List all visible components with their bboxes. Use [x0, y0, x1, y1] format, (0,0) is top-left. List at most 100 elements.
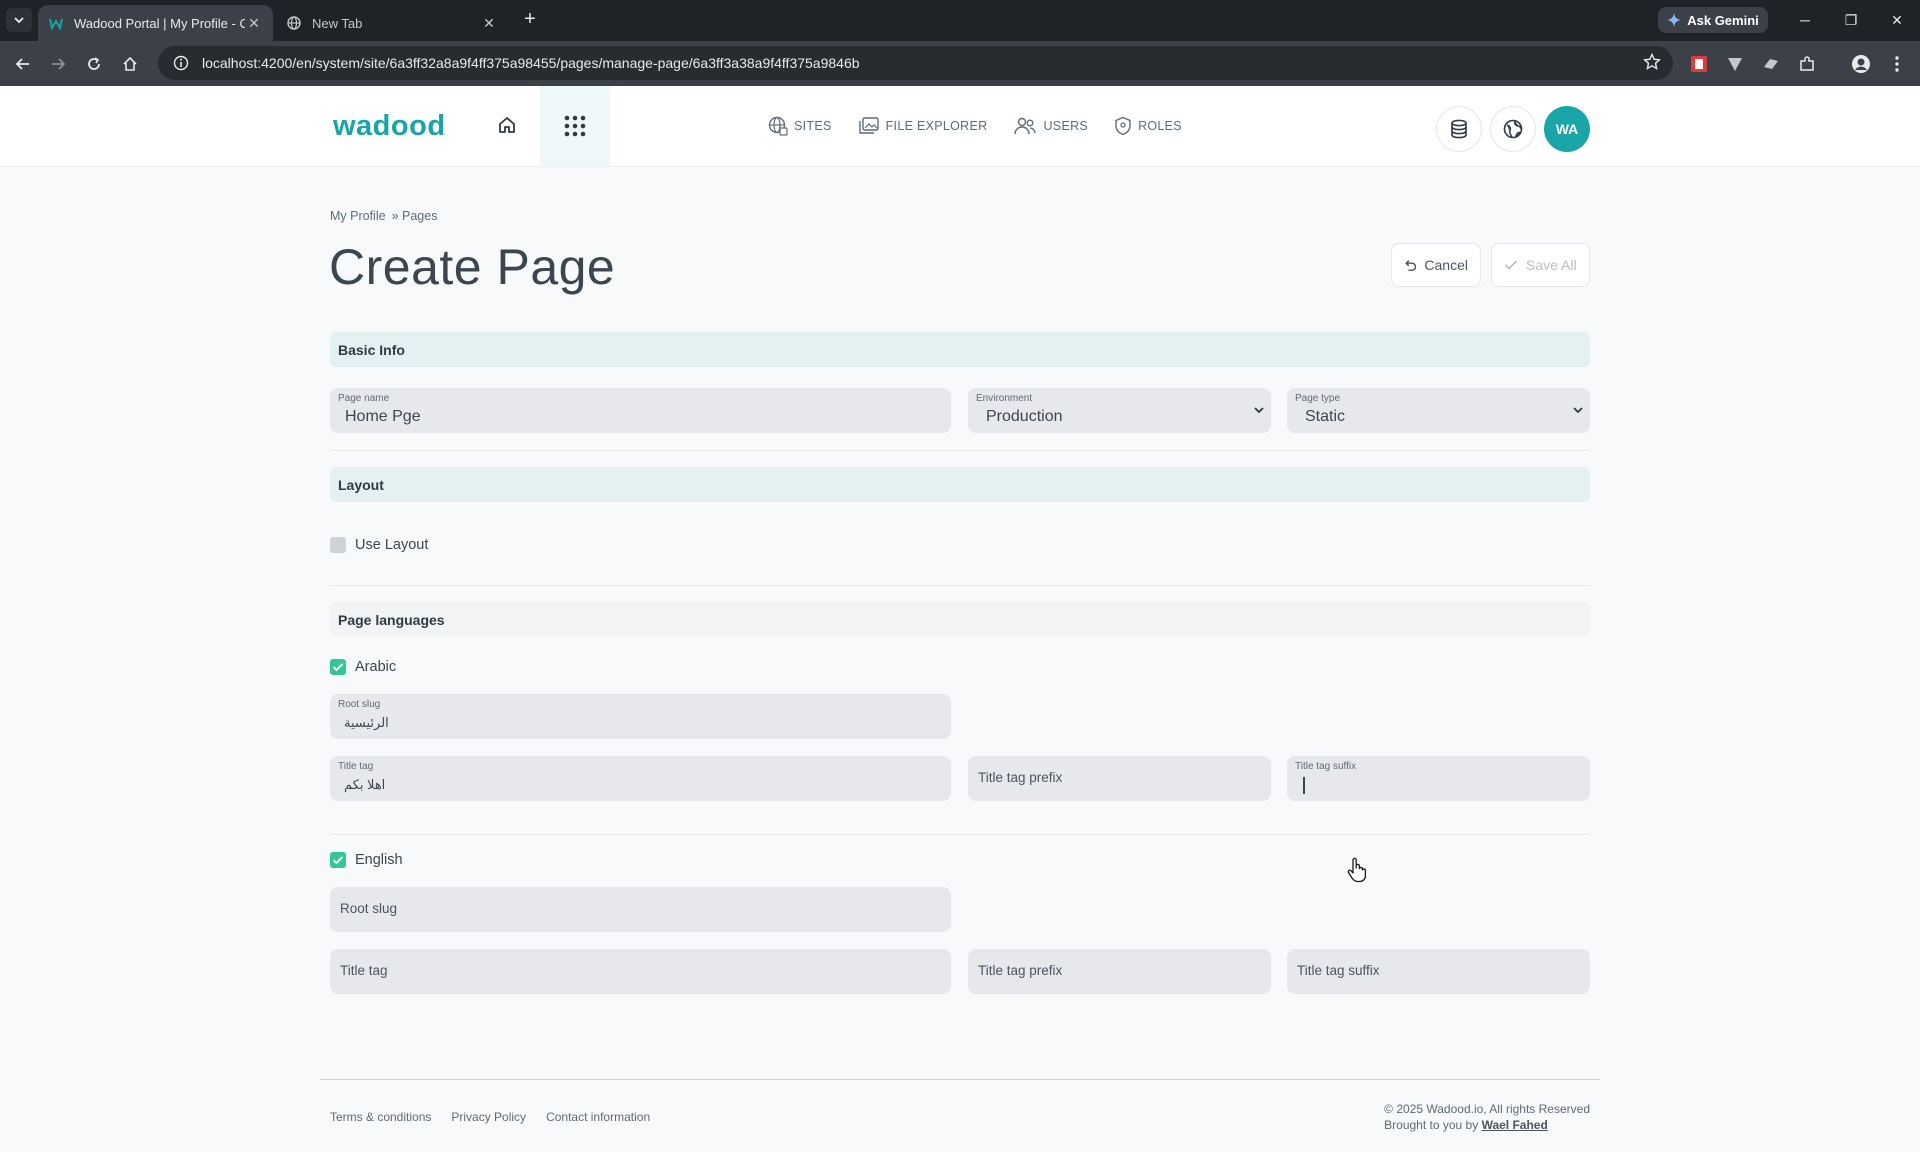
close-icon[interactable]: ✕ [480, 15, 498, 32]
nav-roles[interactable]: ROLES [1114, 116, 1182, 136]
footer-contact-link[interactable]: Contact information [546, 1110, 650, 1124]
nav-file-explorer-label: FILE EXPLORER [885, 119, 988, 133]
browser-toolbar: localhost:4200/en/system/site/6a3ff32a8a… [0, 41, 1920, 86]
avatar[interactable]: WA [1544, 106, 1590, 152]
check-icon [332, 663, 344, 672]
use-layout-row: Use Layout [330, 537, 428, 553]
english-title-tag-suffix-placeholder: Title tag suffix [1297, 963, 1380, 978]
divider [330, 834, 1590, 835]
minimize-icon[interactable]: ─ [1790, 8, 1820, 32]
apps-grid-button[interactable] [540, 86, 610, 166]
browser-home-icon[interactable] [117, 51, 143, 77]
arabic-label: Arabic [355, 659, 397, 675]
english-title-tag-prefix-placeholder: Title tag prefix [978, 963, 1063, 978]
nav-roles-label: ROLES [1138, 119, 1182, 133]
arabic-title-tag-suffix-field[interactable]: Title tag suffix [1287, 756, 1590, 801]
english-title-tag-suffix-field[interactable]: Title tag suffix [1287, 949, 1590, 994]
tab-title: New Tab [312, 15, 363, 31]
images-icon [858, 117, 879, 134]
extension-v-icon[interactable] [1722, 51, 1748, 77]
gemini-sparkle-icon [1667, 13, 1682, 27]
english-root-slug-field[interactable]: Root slug [330, 887, 951, 932]
environment-select[interactable]: Environment Production [968, 388, 1271, 433]
nav-file-explorer[interactable]: FILE EXPLORER [858, 116, 988, 136]
hand-cursor-icon [1347, 857, 1367, 883]
check-icon [1504, 260, 1518, 270]
url-text: localhost:4200/en/system/site/6a3ff32a8a… [202, 55, 860, 71]
app-header: wadood SITES FILE EXPLORER USERS ROLES W… [0, 86, 1920, 167]
nav-users[interactable]: USERS [1013, 116, 1088, 136]
footer-divider [320, 1079, 1600, 1080]
extensions-puzzle-icon[interactable] [1794, 51, 1820, 77]
nav-sites[interactable]: SITES [768, 116, 832, 136]
english-checkbox[interactable] [330, 852, 346, 868]
new-tab-button[interactable]: + [518, 8, 542, 32]
save-all-button[interactable]: Save All [1491, 243, 1590, 287]
section-basic-info: Basic Info [330, 332, 1590, 367]
breadcrumb-pages[interactable]: » Pages [392, 209, 438, 223]
english-title-tag-prefix-field[interactable]: Title tag prefix [968, 949, 1271, 994]
arabic-checkbox[interactable] [330, 659, 346, 675]
address-bar[interactable]: localhost:4200/en/system/site/6a3ff32a8a… [158, 46, 1673, 80]
profile-icon[interactable] [1848, 51, 1874, 77]
english-title-tag-field[interactable]: Title tag [330, 949, 951, 994]
footer-author-link[interactable]: Wael Fahed [1482, 1118, 1548, 1132]
shield-icon [1115, 116, 1131, 136]
use-layout-checkbox[interactable] [330, 537, 346, 553]
wadood-logo[interactable]: wadood [333, 110, 446, 143]
arabic-title-tag-prefix-field[interactable]: Title tag prefix [968, 756, 1271, 801]
users-icon [1014, 117, 1037, 135]
reload-icon[interactable] [81, 51, 107, 77]
undo-icon [1405, 260, 1417, 272]
use-layout-label: Use Layout [355, 537, 429, 553]
english-title-tag-placeholder: Title tag [340, 963, 388, 978]
section-page-languages: Page languages [330, 602, 1590, 637]
back-icon[interactable] [10, 51, 36, 77]
footer-copyright: © 2025 Wadood.io, All rights Reserved [1384, 1102, 1590, 1116]
text-caret [1303, 777, 1305, 794]
more-vert-icon[interactable] [1884, 51, 1910, 77]
page-type-label: Page type [1295, 393, 1341, 404]
arabic-language-row: Arabic [330, 659, 396, 675]
main-nav: SITES FILE EXPLORER USERS ROLES [768, 116, 1182, 136]
cancel-button[interactable]: Cancel [1391, 243, 1481, 287]
tab-search-button[interactable] [6, 8, 32, 32]
bookmark-star-icon[interactable] [1642, 52, 1662, 76]
browser-tab-active[interactable]: Wadood Portal | My Profile - Cr ✕ [38, 5, 273, 41]
extension-tag-icon[interactable] [1758, 51, 1784, 77]
chrome-globe-icon [286, 15, 302, 31]
footer-links: Terms & conditions Privacy Policy Contac… [330, 1110, 650, 1124]
page-name-field[interactable]: Page name Home Pge [330, 388, 951, 433]
cancel-label: Cancel [1424, 257, 1468, 273]
save-all-label: Save All [1526, 257, 1577, 273]
language-button[interactable] [1490, 106, 1536, 152]
ask-gemini-button[interactable]: Ask Gemini [1658, 7, 1768, 33]
restore-icon[interactable]: ❐ [1836, 8, 1866, 32]
arabic-title-tag-label: Title tag [338, 761, 374, 772]
nav-users-label: USERS [1043, 119, 1089, 133]
page-title: Create Page [329, 239, 616, 295]
page-type-select[interactable]: Page type Static [1287, 388, 1590, 433]
arabic-root-slug-field[interactable]: Root slug الرئيسية [330, 694, 951, 739]
extension-red-icon[interactable] [1686, 51, 1712, 77]
arabic-title-tag-suffix-label: Title tag suffix [1295, 761, 1357, 772]
arabic-title-tag-field[interactable]: Title tag اهلا بكم [330, 756, 951, 801]
window-close-icon[interactable]: ✕ [1882, 8, 1912, 32]
browser-tab-new[interactable]: New Tab ✕ [276, 5, 508, 41]
footer-brought-by-text: Brought to you by [1384, 1118, 1479, 1132]
page-name-value: Home Pge [345, 408, 421, 425]
forward-icon[interactable] [45, 51, 71, 77]
home-icon[interactable] [492, 110, 522, 140]
site-info-icon[interactable] [172, 54, 190, 72]
chevron-down-icon [1573, 407, 1583, 414]
footer-privacy-link[interactable]: Privacy Policy [451, 1110, 526, 1124]
footer-terms-link[interactable]: Terms & conditions [330, 1110, 431, 1124]
close-icon[interactable]: ✕ [245, 15, 263, 32]
divider [330, 585, 1590, 586]
database-button[interactable] [1436, 106, 1482, 152]
divider [330, 450, 1590, 451]
check-icon [332, 856, 344, 865]
breadcrumb-my-profile[interactable]: My Profile [330, 209, 386, 223]
chevron-down-icon [14, 17, 24, 24]
section-layout: Layout [330, 467, 1590, 502]
